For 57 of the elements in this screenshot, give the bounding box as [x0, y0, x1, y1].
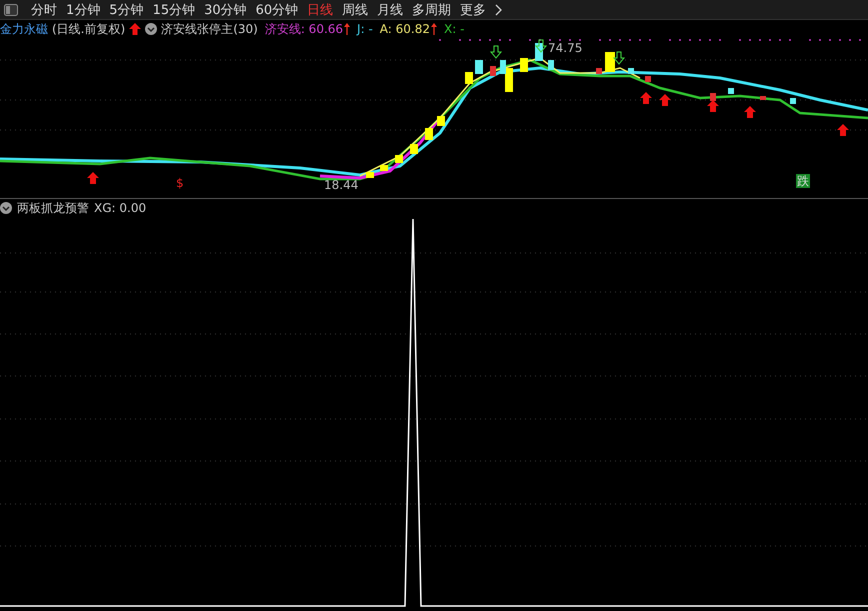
- candle: [475, 60, 483, 74]
- candle: [465, 72, 473, 84]
- low-price-label: 18.44: [324, 178, 358, 192]
- candle: [395, 155, 403, 163]
- period-tab[interactable]: 1分钟: [66, 0, 100, 18]
- indicator-value: X: -: [444, 22, 464, 36]
- dropdown-circle-icon[interactable]: [145, 23, 158, 35]
- candle: [728, 88, 734, 94]
- candle: [425, 128, 433, 140]
- candle: [366, 172, 374, 178]
- period-label: (日线.前复权): [52, 20, 126, 38]
- up-arrow-icon: [640, 92, 652, 104]
- down-arrow-icon: [534, 40, 548, 53]
- up-arrow-icon: [837, 124, 849, 136]
- candle: [548, 60, 554, 70]
- period-tab[interactable]: 周线: [342, 0, 368, 18]
- period-tab[interactable]: 5分钟: [109, 0, 144, 18]
- indicator-name: 两板抓龙预警: [17, 200, 89, 216]
- up-arrow-icon: [744, 106, 756, 118]
- indicator-name: 济安线张停主(30): [161, 20, 258, 38]
- period-tab[interactable]: 更多: [460, 0, 486, 18]
- indicator-value: XG: 0.00: [94, 201, 146, 215]
- buy-signal-marker: $: [176, 176, 184, 190]
- indicator-value: A: 60.82: [380, 22, 430, 36]
- high-price-label: 74.75: [548, 41, 582, 55]
- period-tab[interactable]: 月线: [377, 0, 404, 18]
- period-tab[interactable]: 日线: [307, 0, 334, 18]
- candle: [628, 68, 634, 74]
- period-tab[interactable]: 分时: [31, 0, 57, 18]
- period-tab[interactable]: 30分钟: [204, 0, 247, 18]
- candle: [410, 144, 418, 154]
- stock-name: 金力永磁: [0, 20, 48, 38]
- candle: [520, 58, 528, 72]
- chevron-right-icon[interactable]: [495, 4, 504, 16]
- down-arrow-icon: [612, 52, 626, 65]
- up-arrow-icon: [707, 100, 719, 112]
- candle: [596, 68, 602, 74]
- indicator-value: 济安线: 60.66: [264, 20, 344, 38]
- dropdown-circle-icon[interactable]: [0, 202, 12, 214]
- candle: [605, 52, 615, 72]
- up-arrow-icon: [129, 23, 142, 35]
- indicator-value: J: -: [357, 22, 373, 36]
- candle: [710, 93, 716, 101]
- candle: [437, 116, 445, 126]
- candle: [790, 98, 796, 104]
- period-tab[interactable]: 60分钟: [256, 0, 298, 18]
- period-tab[interactable]: 多周期: [412, 0, 452, 18]
- up-arrow-icon: [659, 94, 671, 106]
- fall-signal-marker: 跌: [796, 174, 810, 188]
- period-tab[interactable]: 15分钟: [152, 0, 196, 18]
- up-arrow-icon: [87, 172, 99, 184]
- down-arrow-icon: [490, 46, 502, 59]
- panel-toggle-icon[interactable]: [4, 4, 18, 16]
- candle: [645, 76, 651, 82]
- candle: [760, 96, 766, 100]
- candle: [490, 66, 496, 76]
- candle: [380, 165, 388, 171]
